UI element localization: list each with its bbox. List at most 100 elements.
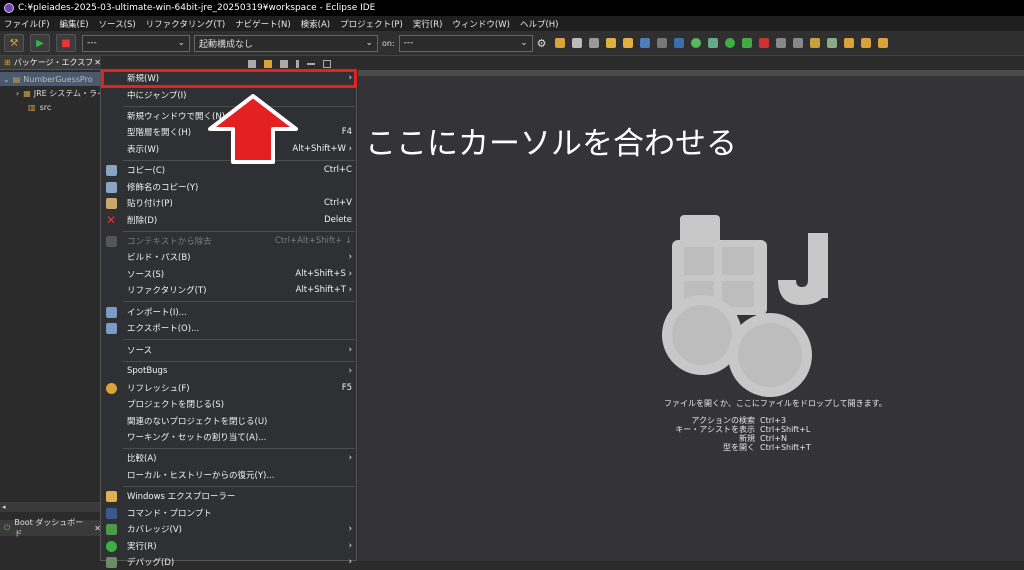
new-package-icon[interactable] [792,38,803,48]
boot-dashboard-tab[interactable]: ⏻ Boot ダッシュボード ✕ [0,518,101,538]
undo-icon[interactable] [605,38,616,48]
menu-item-coverage[interactable]: カバレッジ(V) › [101,521,358,537]
menu-run[interactable]: 実行(R) [413,18,443,30]
close-icon[interactable]: ✕ [94,58,101,67]
skip-breakpoints-icon[interactable] [656,38,667,48]
highlight-box [101,69,357,88]
menu-item-source[interactable]: ソース(S) Alt+Shift+S › [101,266,358,282]
scroll-left-icon[interactable]: ◂ [0,503,6,511]
menu-item-export[interactable]: エクスポート(O)... [101,320,358,336]
menu-label: 修飾名のコピー(Y) [127,183,199,193]
folder-icon[interactable] [860,38,871,48]
save-all-icon[interactable] [588,38,599,48]
shortcut-label: 型を開く [723,443,755,452]
menu-file[interactable]: ファイル(F) [4,18,50,30]
package-explorer-tab[interactable]: ⊞ パッケージ・エクスプローラー ✕ [0,56,101,70]
launch-target-combo[interactable]: --- ⌄ [398,34,533,52]
menu-edit[interactable]: 編集(E) [60,18,89,30]
menu-label: 表示(W) [127,145,160,155]
new-class-icon[interactable] [775,38,786,48]
java-logo-icon [662,215,828,397]
chevron-down-icon: ⌄ [177,38,185,48]
menu-separator [123,361,355,362]
new-icon[interactable] [554,38,565,48]
menu-item-close-unrelated[interactable]: 関連のないプロジェクトを閉じる(U) [101,413,358,429]
menu-item-import[interactable]: インポート(I)... [101,304,358,320]
import-icon [106,306,117,318]
search-icon[interactable] [877,38,888,48]
minimize-icon[interactable] [307,63,315,65]
menu-label: 型階層を開く(H) [127,128,192,138]
menu-label: コマンド・プロンプト [127,509,212,519]
run-icon[interactable] [724,38,735,48]
open-type-icon[interactable] [809,38,820,48]
menu-item-paste[interactable]: 貼り付け(P) Ctrl+V [101,195,358,211]
menu-item-run[interactable]: 実行(R) › [101,538,358,554]
tree-item-jre[interactable]: › ▦ JRE システム・ライ [0,86,100,100]
menu-project[interactable]: プロジェクト(P) [340,18,403,30]
menu-item-debug[interactable]: デバッグ(D) › [101,554,358,570]
menu-source[interactable]: ソース(S) [99,18,136,30]
project-icon: ▤ [12,74,21,84]
menu-item-compare[interactable]: 比較(A) › [101,450,358,466]
launch-config-combo[interactable]: 起動構成なし ⌄ [194,34,378,52]
menu-help[interactable]: ヘルプ(H) [520,18,559,30]
shortcut-key: Ctrl+Shift+T [760,443,811,452]
refresh-icon [106,382,117,394]
menu-item-command-prompt[interactable]: コマンド・プロンプト [101,505,358,521]
coverage-icon[interactable] [741,38,752,48]
external-tools-icon[interactable] [758,38,769,48]
refresh-icon[interactable] [826,38,837,48]
open-folder-icon[interactable] [843,38,854,48]
package-explorer-title: パッケージ・エクスプローラー [13,58,93,67]
menu-item-assign-working-sets[interactable]: ワーキング・セットの割り当て(A)... [101,429,358,445]
menu-label: ソース [127,346,153,356]
maximize-icon[interactable] [323,60,331,68]
menu-navigate[interactable]: ナビゲート(N) [235,18,291,30]
settings-icon[interactable] [673,38,684,48]
start-button[interactable]: ▶ [30,34,50,52]
tree-item-project[interactable]: ⌄ ▤ NumberGuessPro [0,72,100,86]
shortcut-row: 型を開く Ctrl+Shift+T [660,443,811,452]
chevron-down-icon[interactable]: ⌄ [3,75,10,84]
horizontal-scrollbar[interactable]: ◂ [0,502,100,512]
collapse-all-icon[interactable] [248,60,256,68]
menu-item-windows-explorer[interactable]: Windows エクスプローラー [101,488,358,504]
menu-item-refresh[interactable]: リフレッシュ(F) F5 [101,380,358,396]
menu-accel: F4 [341,127,352,137]
stop-button[interactable]: ■ [56,34,76,52]
terminal-icon[interactable] [639,38,650,48]
chevron-right-icon[interactable]: › [16,89,19,98]
debug-icon[interactable] [707,38,718,48]
menu-item-close-project[interactable]: プロジェクトを閉じる(S) [101,396,358,412]
menu-window[interactable]: ウィンドウ(W) [452,18,510,30]
mode-combo[interactable]: --- ⌄ [82,34,190,52]
spring-icon[interactable] [690,38,701,48]
redo-icon[interactable] [622,38,633,48]
gear-icon[interactable]: ⚙ [537,37,547,50]
menu-item-spotbugs[interactable]: SpotBugs › [101,363,358,379]
menu-label: 実行(R) [127,542,157,552]
menu-item-refactor[interactable]: リファクタリング(T) Alt+Shift+T › [101,282,358,298]
menu-refactor[interactable]: リファクタリング(T) [146,18,226,30]
welcome-hint: ファイルを開くか、ここにファイルをドロップして開きます。 [664,399,887,408]
menu-item-delete[interactable]: ✕ 削除(D) Delete [101,212,358,228]
menu-item-build-path[interactable]: ビルド・パス(B) › [101,249,358,265]
menu-item-restore-history[interactable]: ローカル・ヒストリーからの復元(Y)... [101,467,358,483]
menu-item-source-sub[interactable]: ソース › [101,342,358,358]
filter-icon[interactable] [280,60,288,68]
view-menu-icon[interactable] [296,60,299,68]
menu-accel: Alt+Shift+W › [292,144,352,154]
menu-label: 削除(D) [127,216,158,226]
menu-search[interactable]: 検索(A) [301,18,330,30]
tree-item-src[interactable]: ▥ src [0,100,100,114]
menu-label: ワーキング・セットの割り当て(A)... [127,433,267,443]
power-icon: ⏻ [4,523,11,532]
menu-item-remove-from-context[interactable]: コンテキストから除去 Ctrl+Alt+Shift+ ↓ [101,233,358,249]
save-icon[interactable] [571,38,582,48]
menu-item-copy-qualified-name[interactable]: 修飾名のコピー(Y) [101,179,358,195]
menu-label: ローカル・ヒストリーからの復元(Y)... [127,471,275,481]
menu-accel: › [348,252,352,262]
build-button[interactable]: ⚒ [4,34,24,52]
link-editor-icon[interactable] [264,60,272,68]
